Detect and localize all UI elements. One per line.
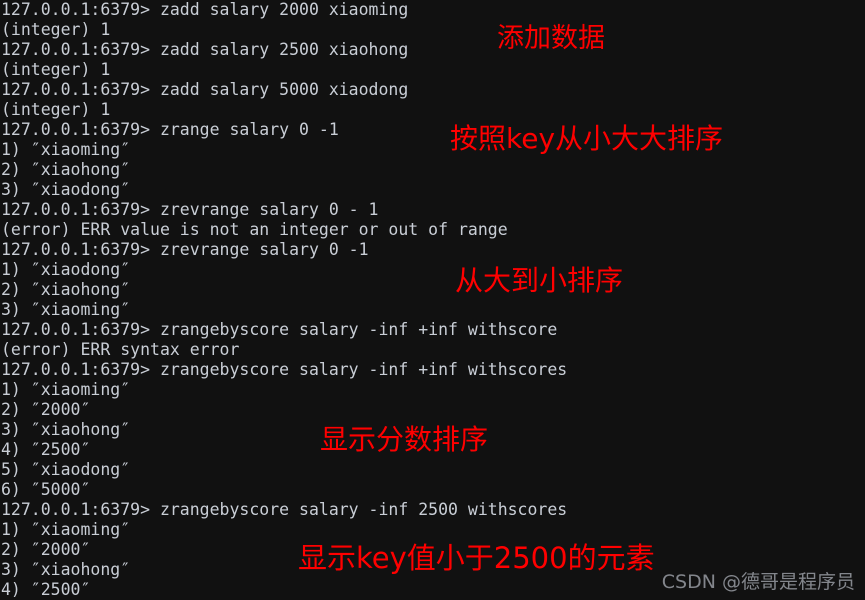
terminal-line: 127.0.0.1:6379> zrangebyscore salary -in… [1, 320, 558, 339]
annotation-label: 按照key从小大大排序 [450, 122, 724, 155]
terminal-line: (error) ERR value is not an integer or o… [1, 220, 508, 239]
terminal-line: (error) ERR syntax error [1, 340, 240, 359]
terminal-line: 3) ″xiaodong″ [1, 180, 131, 199]
terminal-line: 1) ″xiaoming″ [1, 380, 131, 399]
terminal-line: 127.0.0.1:6379> zrevrange salary 0 -1 [1, 240, 369, 259]
terminal-line: 3) ″xiaoming″ [1, 300, 131, 319]
terminal-line: 2) ″xiaohong″ [1, 160, 131, 179]
terminal-line: (integer) 1 [1, 20, 111, 39]
annotation-label: 添加数据 [497, 23, 605, 54]
annotation-label: 显示分数排序 [320, 423, 489, 456]
annotation-label: 显示key值小于2500的元素 [298, 541, 655, 575]
terminal-line: 127.0.0.1:6379> zrangebyscore salary -in… [1, 360, 568, 379]
terminal-line: 2) ″2000″ [1, 400, 91, 419]
terminal-line: 1) ″xiaoming″ [1, 140, 131, 159]
terminal-line: 127.0.0.1:6379> zadd salary 2500 xiaohon… [1, 40, 409, 59]
terminal-line: 127.0.0.1:6379> zadd salary 2000 xiaomin… [1, 0, 409, 19]
terminal-line: (integer) 1 [1, 100, 111, 119]
terminal-line: 2) ″xiaohong″ [1, 280, 131, 299]
csdn-watermark: CSDN @德哥是程序员 [661, 571, 855, 593]
terminal-line: 5) ″xiaodong″ [1, 460, 131, 479]
terminal-output[interactable]: 127.0.0.1:6379> zadd salary 2000 xiaomin… [0, 0, 865, 600]
terminal-line: (integer) 1 [1, 60, 111, 79]
terminal-window: 127.0.0.1:6379> zadd salary 2000 xiaomin… [0, 0, 865, 600]
terminal-line: 1) ″xiaoming″ [1, 520, 131, 539]
terminal-line: 6) ″5000″ [1, 480, 91, 499]
terminal-line: 127.0.0.1:6379> zadd salary 5000 xiaodon… [1, 80, 409, 99]
terminal-line: 127.0.0.1:6379> zrevrange salary 0 - 1 [1, 200, 379, 219]
terminal-line: 127.0.0.1:6379> zrangebyscore salary -in… [1, 500, 568, 519]
annotation-label: 从大到小排序 [455, 264, 624, 297]
terminal-line: 127.0.0.1:6379> zrange salary 0 -1 [1, 120, 339, 139]
terminal-line: 1) ″xiaodong″ [1, 260, 131, 279]
